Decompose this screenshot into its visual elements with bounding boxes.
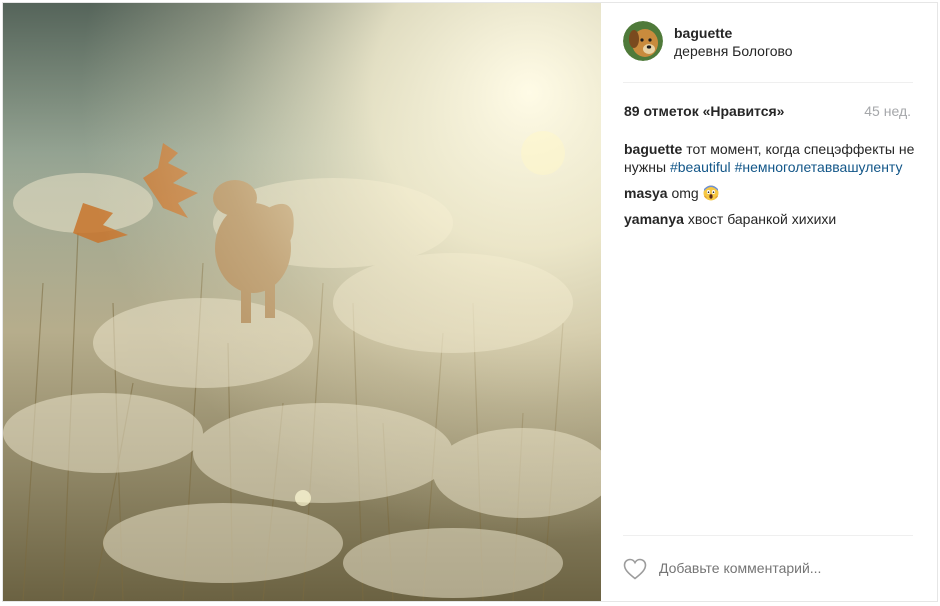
post-container: baguette деревня Бологово 89 отметок «Нр… — [2, 2, 938, 602]
hashtag-link[interactable]: #beautiful — [670, 159, 731, 175]
post-sidebar: baguette деревня Бологово 89 отметок «Нр… — [601, 3, 937, 601]
comment-item: yamanya хвост баранкой хихихи — [624, 210, 915, 228]
header-text: baguette деревня Бологово — [674, 24, 793, 60]
comment-author[interactable]: yamanya — [624, 211, 684, 227]
caption-author[interactable]: baguette — [624, 141, 682, 157]
add-comment-input[interactable] — [659, 560, 899, 576]
location-link[interactable]: деревня Бологово — [674, 42, 793, 60]
caption: baguette тот момент, когда спецэффекты н… — [624, 140, 915, 176]
post-photo[interactable] — [3, 3, 601, 601]
likes-row: 89 отметок «Нравится» 45 нед. — [624, 103, 911, 119]
comment-author[interactable]: masya — [624, 185, 668, 201]
scream-emoji-icon — [703, 185, 719, 201]
dog-avatar-image — [623, 21, 663, 61]
comment-text: omg — [671, 185, 699, 201]
avatar[interactable] — [623, 21, 663, 61]
comments-list: baguette тот момент, когда спецэффекты н… — [624, 140, 915, 236]
post-time[interactable]: 45 нед. — [864, 103, 911, 119]
hashtag-link[interactable]: #немноголетаввашуленту — [735, 159, 903, 175]
username-link[interactable]: baguette — [674, 24, 793, 42]
likes-count[interactable]: 89 отметок «Нравится» — [624, 103, 784, 119]
post-header: baguette деревня Бологово — [623, 21, 913, 83]
comment-item: masya omg — [624, 184, 915, 202]
post-footer — [623, 535, 913, 601]
photo-dog-in-meadow — [3, 3, 601, 601]
comment-text: хвост баранкой хихихи — [687, 211, 837, 227]
heart-outline-icon[interactable] — [623, 558, 647, 580]
